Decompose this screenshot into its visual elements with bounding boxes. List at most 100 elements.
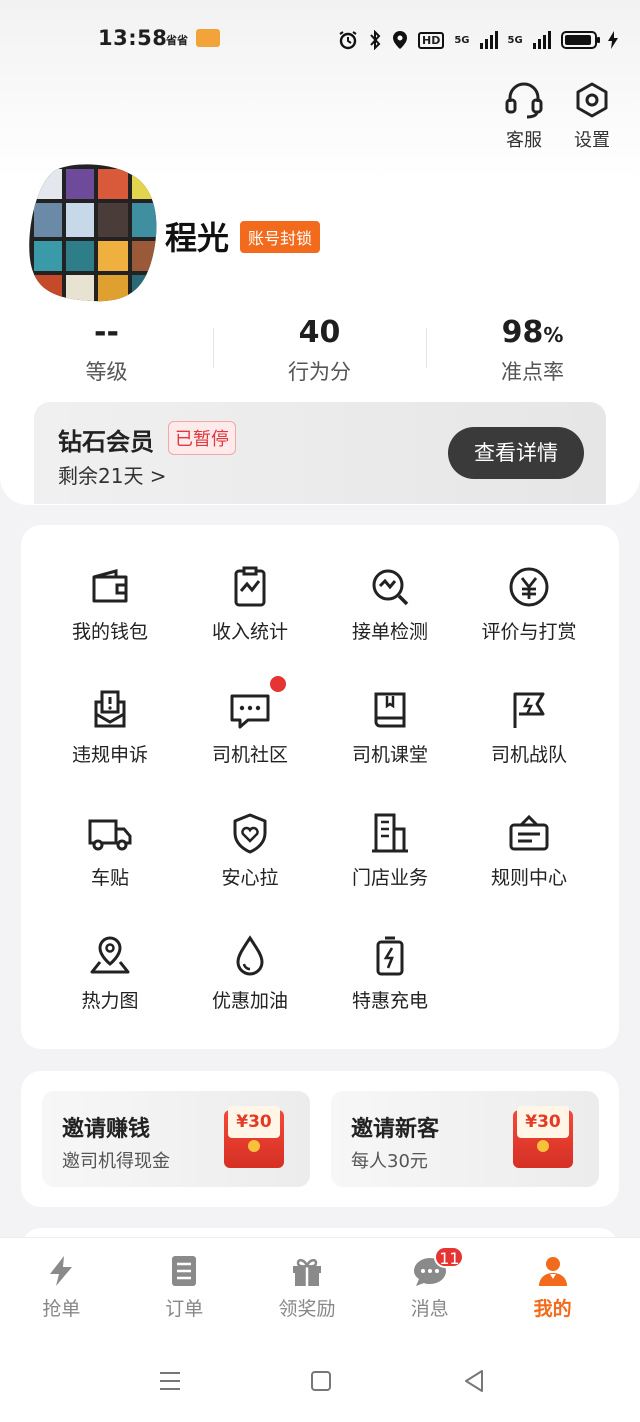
grid-label: 接单检测 bbox=[351, 621, 428, 643]
settings-button[interactable]: 设置 bbox=[562, 80, 622, 152]
battery-charge-icon bbox=[376, 936, 404, 976]
grid-item-driver-team[interactable]: 司机战队 bbox=[459, 688, 599, 767]
grid-item-rules-center[interactable]: 规则中心 bbox=[459, 811, 599, 890]
book-icon bbox=[374, 692, 406, 728]
grid-item-charging-discount[interactable]: 特惠充电 bbox=[320, 934, 460, 1013]
yen-coin-icon bbox=[509, 567, 549, 607]
grid-label: 特惠充电 bbox=[351, 990, 428, 1012]
grid-item-driver-class[interactable]: 司机课堂 bbox=[320, 688, 460, 767]
tab-label: 我的 bbox=[533, 1298, 572, 1320]
person-icon bbox=[538, 1257, 567, 1286]
signal-bars-1 bbox=[479, 31, 498, 49]
grid-item-wallet[interactable]: 我的钱包 bbox=[40, 565, 180, 644]
invite-card: 邀请赚钱 邀司机得现金 ¥30 邀请新客 每人30元 ¥30 bbox=[21, 1071, 619, 1207]
stat-punctuality-value: 98 bbox=[501, 315, 544, 350]
tab-rewards[interactable]: 领奖励 bbox=[246, 1238, 369, 1340]
invite-customers-button[interactable]: 邀请新客 每人30元 ¥30 bbox=[331, 1091, 599, 1187]
rules-board-icon bbox=[509, 814, 549, 851]
invite-drivers-subtitle: 邀司机得现金 bbox=[62, 1151, 170, 1172]
tab-grab-order[interactable]: 抢单 bbox=[0, 1238, 123, 1340]
stat-punctuality-label: 准点率 bbox=[501, 360, 564, 384]
invite-drivers-button[interactable]: 邀请赚钱 邀司机得现金 ¥30 bbox=[42, 1091, 310, 1187]
tab-label: 消息 bbox=[410, 1298, 449, 1320]
lightning-icon bbox=[50, 1256, 73, 1286]
tab-mine[interactable]: 我的 bbox=[491, 1238, 614, 1340]
fuel-drop-icon bbox=[236, 935, 264, 976]
grid-label: 收入统计 bbox=[211, 621, 288, 643]
stat-level[interactable]: -- 等级 bbox=[0, 312, 213, 386]
bluetooth-icon bbox=[370, 30, 381, 50]
invite-drivers-title: 邀请赚钱 bbox=[62, 1117, 151, 1142]
home-icon[interactable] bbox=[309, 1368, 333, 1394]
grid-item-appeal[interactable]: 违规申诉 bbox=[40, 688, 180, 767]
grid-label: 车贴 bbox=[90, 867, 129, 889]
stats-row: -- 等级 40 行为分 98% 准点率 bbox=[0, 312, 640, 386]
network-5g-2: 5G bbox=[507, 34, 523, 46]
view-details-button[interactable]: 查看详情 bbox=[448, 427, 584, 479]
alarm-icon bbox=[339, 31, 357, 50]
membership-remaining[interactable]: 剩余21天 > bbox=[58, 460, 167, 489]
stat-punctuality[interactable]: 98% 准点率 bbox=[426, 312, 639, 386]
tab-orders[interactable]: 订单 bbox=[123, 1238, 246, 1340]
invite-customers-subtitle: 每人30元 bbox=[351, 1151, 428, 1172]
customer-service-label: 客服 bbox=[506, 130, 542, 151]
appeal-icon bbox=[94, 690, 126, 728]
grid-label: 规则中心 bbox=[490, 867, 567, 889]
grid-label: 我的钱包 bbox=[71, 621, 148, 643]
settings-label: 设置 bbox=[574, 130, 610, 151]
grid-item-driver-community[interactable]: 司机社区 bbox=[180, 688, 320, 767]
stat-behavior-label: 行为分 bbox=[288, 360, 351, 384]
back-icon[interactable] bbox=[462, 1368, 486, 1394]
location-icon bbox=[393, 31, 407, 49]
team-flag-icon bbox=[513, 692, 545, 728]
avatar[interactable] bbox=[28, 163, 158, 303]
grid-item-rating-tips[interactable]: 评价与打赏 bbox=[459, 565, 599, 644]
charging-icon bbox=[607, 31, 618, 49]
grid-label: 违规申诉 bbox=[71, 744, 148, 766]
network-5g-1: 5G bbox=[454, 34, 470, 46]
account-locked-badge: 账号封锁 bbox=[240, 221, 321, 253]
carrier-tag: 省省 bbox=[166, 34, 188, 47]
grid-label: 热力图 bbox=[81, 990, 139, 1012]
message-count-badge: 11 bbox=[434, 1246, 465, 1268]
grid-item-fuel-discount[interactable]: 优惠加油 bbox=[180, 934, 320, 1013]
menu-icon[interactable] bbox=[157, 1368, 183, 1394]
grid-label: 司机课堂 bbox=[351, 744, 428, 766]
stat-behavior-value: 40 bbox=[298, 315, 341, 350]
tab-messages[interactable]: 消息 11 bbox=[368, 1238, 491, 1340]
red-envelope-icon: ¥30 bbox=[224, 1106, 284, 1168]
order-check-icon bbox=[372, 569, 409, 606]
grid-item-heatmap[interactable]: 热力图 bbox=[40, 934, 180, 1013]
grid-label: 司机社区 bbox=[211, 744, 288, 766]
signal-bars-2 bbox=[532, 31, 551, 49]
grid-item-store-business[interactable]: 门店业务 bbox=[320, 811, 460, 890]
user-name: 程光 bbox=[165, 219, 230, 257]
status-time: 13:58 bbox=[98, 26, 168, 50]
grid-item-order-check[interactable]: 接单检测 bbox=[320, 565, 460, 644]
membership-card[interactable]: 钻石会员 已暂停 剩余21天 > 查看详情 bbox=[34, 402, 606, 504]
membership-title: 钻石会员 bbox=[58, 428, 154, 456]
bottom-tab-bar: 抢单 订单 领奖励 消息 11 我的 bbox=[0, 1237, 640, 1340]
community-notification-dot bbox=[270, 676, 286, 692]
grid-label: 司机战队 bbox=[490, 744, 567, 766]
customer-service-button[interactable]: 客服 bbox=[494, 80, 554, 152]
stat-behavior-score[interactable]: 40 行为分 bbox=[213, 312, 426, 386]
grid-item-car-sticker[interactable]: 车贴 bbox=[40, 811, 180, 890]
income-chart-icon bbox=[234, 566, 266, 607]
grid-item-safe-ride[interactable]: 安心拉 bbox=[180, 811, 320, 890]
grid-item-income-stats[interactable]: 收入统计 bbox=[180, 565, 320, 644]
invite-drivers-amount: ¥30 bbox=[228, 1106, 280, 1138]
membership-status-badge: 已暂停 bbox=[168, 421, 236, 455]
tab-label: 抢单 bbox=[42, 1298, 81, 1320]
app-notification-icon bbox=[196, 29, 220, 47]
tab-label: 订单 bbox=[165, 1298, 204, 1320]
invite-customers-title: 邀请新客 bbox=[351, 1117, 440, 1142]
store-building-icon bbox=[372, 813, 408, 853]
invite-customers-amount: ¥30 bbox=[517, 1106, 569, 1138]
headset-icon bbox=[505, 82, 543, 119]
stat-level-label: 等级 bbox=[85, 360, 128, 384]
gear-icon bbox=[576, 82, 608, 118]
grid-label: 优惠加油 bbox=[211, 990, 288, 1012]
gift-icon bbox=[292, 1258, 321, 1286]
battery-icon bbox=[560, 31, 600, 49]
